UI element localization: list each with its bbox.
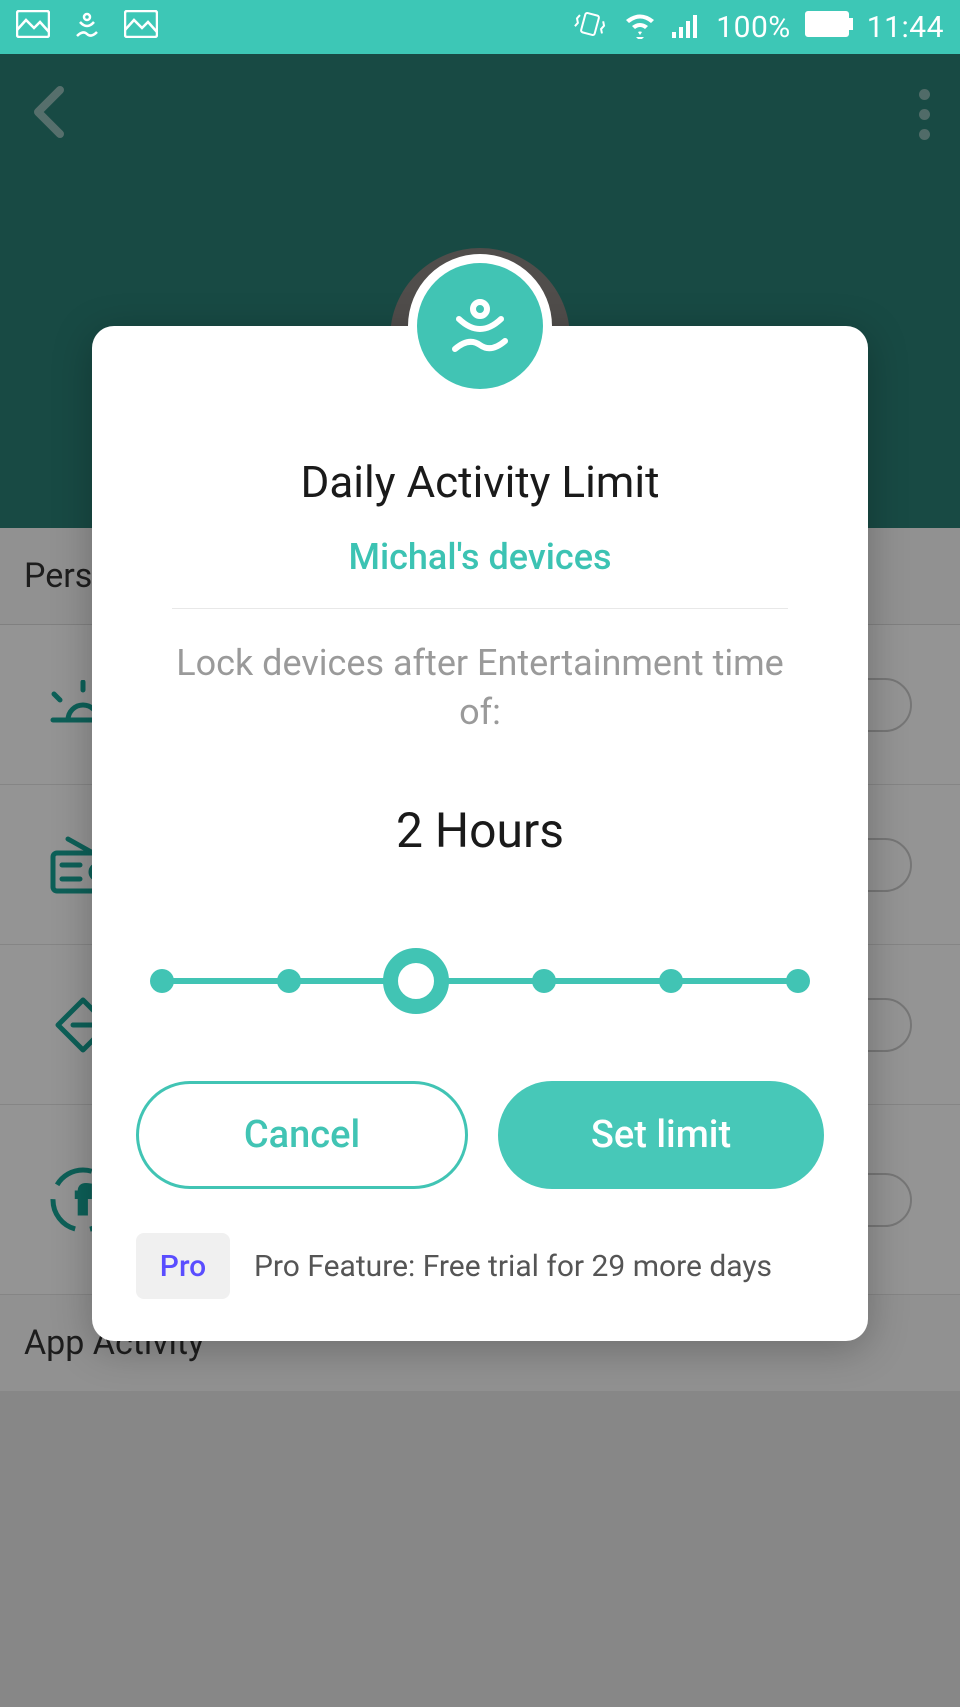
clock-time: 11:44: [867, 10, 944, 45]
battery-percent: 100%: [716, 10, 791, 45]
picture-icon: [124, 10, 158, 45]
modal-subtitle: Michal's devices: [136, 536, 824, 578]
wifi-icon: [622, 9, 658, 46]
time-limit-slider[interactable]: [162, 959, 798, 1003]
modal-description: Lock devices after Entertainment time of…: [136, 639, 824, 736]
cancel-button[interactable]: Cancel: [136, 1081, 468, 1189]
set-limit-button[interactable]: Set limit: [498, 1081, 824, 1189]
status-bar: 100% 11:44: [0, 0, 960, 54]
divider: [172, 608, 788, 609]
pro-feature-text: Pro Feature: Free trial for 29 more days: [254, 1247, 824, 1286]
app-logo-circle: [408, 254, 552, 398]
battery-icon: [805, 11, 853, 44]
vibrate-icon: [572, 6, 608, 49]
daily-activity-limit-modal: Daily Activity Limit Michal's devices Lo…: [92, 326, 868, 1341]
selected-limit-value: 2 Hours: [136, 802, 824, 859]
signal-icon: [672, 10, 702, 45]
modal-title: Daily Activity Limit: [136, 456, 824, 508]
picture-icon: [16, 10, 50, 45]
app-icon: [72, 8, 102, 47]
slider-thumb[interactable]: [383, 948, 449, 1014]
pro-badge[interactable]: Pro: [136, 1233, 230, 1299]
